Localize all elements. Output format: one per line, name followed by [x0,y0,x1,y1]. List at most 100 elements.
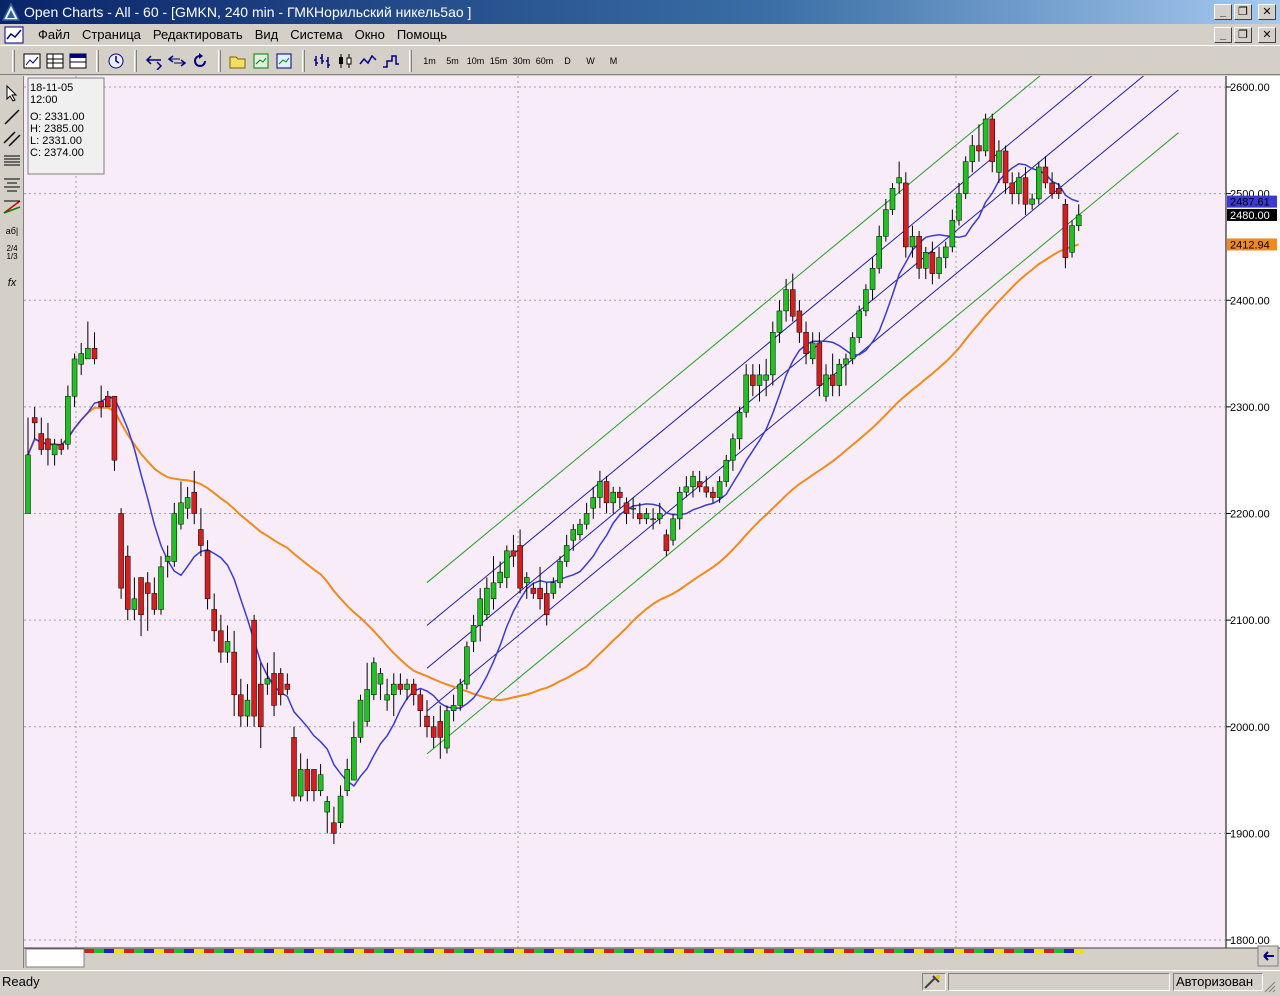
timeframe-week[interactable]: W [579,50,602,72]
time-bar-segment [164,949,174,953]
horizontal-lines-tool-button[interactable] [1,150,23,172]
drawing-tools-panel: аб| 2/4 1/3 fx [0,76,24,968]
step-chart-icon [383,54,399,68]
candle-body [743,374,749,413]
candle-body [783,289,789,312]
time-bar-segment [294,949,304,953]
time-bar-segment [724,949,734,953]
candle-body [590,497,596,509]
refresh-button[interactable] [189,50,211,72]
time-bar-segment [614,949,624,953]
menu-system[interactable]: Система [284,27,348,42]
timeframe-10m[interactable]: 10m [464,50,487,72]
candle-body [178,502,184,525]
clock-button[interactable] [105,50,127,72]
candle-body [38,433,45,450]
table-button[interactable] [44,50,66,72]
zoom-fit-button[interactable] [166,50,188,72]
status-bar: Ready Авторизован [0,970,1280,995]
toolbar-grip[interactable] [12,49,15,72]
time-bar-segment [784,949,794,953]
trendline-tool-button[interactable] [1,106,23,128]
menu-view[interactable]: Вид [249,27,285,42]
candle-body [690,475,696,488]
timeframe-60m[interactable]: 60m [533,50,556,72]
candle-body [484,587,490,616]
text-tool-button[interactable]: аб| [1,220,23,242]
quotes-table-button[interactable] [67,50,89,72]
chart-window-button[interactable] [21,50,43,72]
fibonacci-levels-tool-button[interactable]: 2/4 1/3 [1,242,23,264]
menu-window[interactable]: Окно [349,27,391,42]
open-button[interactable] [227,50,249,72]
candle-body [696,481,703,488]
candle-body [371,662,377,696]
restore-button[interactable]: ❐ [1234,4,1252,20]
candle-body [716,481,723,498]
line-chart-icon [359,54,377,64]
candle-down [291,726,297,802]
time-bar-segment [934,949,944,953]
scroll-left-button[interactable] [143,50,165,72]
candle-chart-type-button[interactable] [334,50,356,72]
timeframe-1m[interactable]: 1m [418,50,441,72]
close-button[interactable]: ✕ [1258,4,1276,20]
candle-body [1016,177,1022,194]
candle-down [903,172,909,258]
ohlc-date: 18-11-05 [30,82,73,94]
parallel-lines-tool-button[interactable] [1,128,23,150]
point-figure-button[interactable] [380,50,402,72]
candle-body [304,769,311,791]
minimize-button[interactable]: _ [1214,4,1232,20]
candle-body [504,550,510,578]
scroll-thumb[interactable] [25,948,85,968]
timeframe-5m[interactable]: 5m [441,50,464,72]
menu-file[interactable]: Файл [32,27,76,42]
doc-restore-button[interactable]: ❐ [1234,27,1252,43]
table-icon [46,53,64,68]
line-chart-type-button[interactable] [357,50,379,72]
ohlc-high: H: 2385.00 [30,123,84,135]
candle-body [51,443,58,456]
candle-body [1036,166,1042,200]
time-bar-segment [204,949,214,953]
print-button[interactable] [273,50,295,72]
function-tool-button[interactable]: fx [1,272,23,294]
select-tool-button[interactable] [1,82,23,104]
candle-body [1029,198,1035,205]
timeframe-day[interactable]: D [556,50,579,72]
candle-body [770,331,776,376]
timeframe-15m[interactable]: 15m [487,50,510,72]
candle-body [823,374,829,397]
levels-tool-button[interactable] [1,174,23,196]
candle-body [577,523,583,536]
candle-body [849,337,856,360]
bar-chart-type-button[interactable] [311,50,333,72]
price-chart[interactable]: 2600.002500.002400.002300.002200.002100.… [24,0,1280,968]
menu-edit[interactable]: Редактировать [147,27,249,42]
timeframe-30m[interactable]: 30m [510,50,533,72]
time-bar-segment [704,949,714,953]
candle-body [543,593,550,616]
menu-page[interactable]: Страница [76,27,147,42]
fibonacci-fan-tool-button[interactable] [1,196,23,218]
refresh-icon [194,52,206,67]
scroll-end-button[interactable] [1257,945,1279,967]
chart-area[interactable]: 2600.00 2500.00 2400.00 2300.00 2200.00 2100.… [24,0,1280,968]
menu-help[interactable]: Помощь [391,27,453,42]
candle-down [111,395,118,471]
candle-body [138,577,144,616]
doc-close-button[interactable]: ✕ [1258,27,1276,43]
time-bar-segment [694,949,704,953]
ohlc-close: C: 2374.00 [30,147,84,159]
save-button[interactable] [250,50,272,72]
candle-body [809,342,816,360]
candle-body [417,694,424,712]
candle-body [457,683,463,706]
timeframe-month[interactable]: M [602,50,625,72]
time-bar-segment [754,949,764,953]
time-bar-segment [514,949,524,953]
doc-minimize-button[interactable]: _ [1214,27,1232,43]
resize-grip-icon[interactable] [1262,979,1276,996]
candle-body [796,310,803,333]
